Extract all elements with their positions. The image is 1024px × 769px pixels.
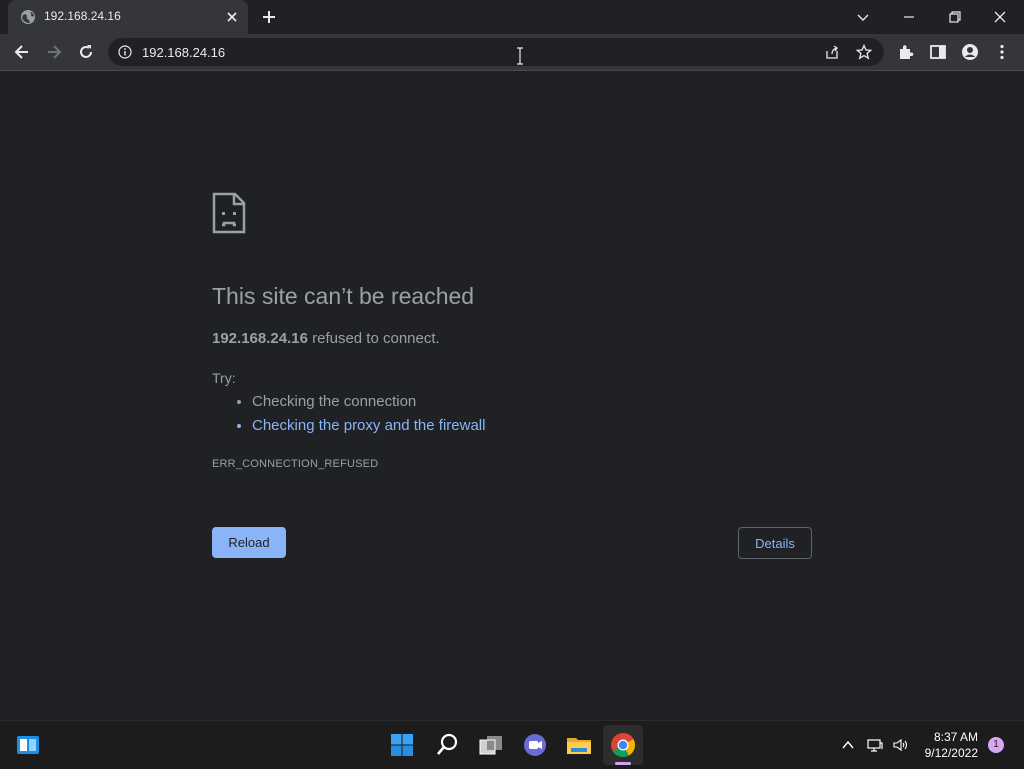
chevron-up-icon[interactable] bbox=[840, 737, 856, 753]
page-content: This site can’t be reached 192.168.24.16… bbox=[0, 71, 1024, 720]
clock-date[interactable]: 9/12/2022 bbox=[916, 746, 978, 760]
globe-icon bbox=[21, 10, 35, 24]
url-input[interactable] bbox=[142, 42, 742, 62]
search-icon[interactable] bbox=[433, 731, 461, 759]
volume-icon[interactable] bbox=[892, 737, 908, 753]
share-icon[interactable] bbox=[824, 44, 840, 60]
task-view-icon[interactable] bbox=[477, 731, 505, 759]
error-message: refused to connect. bbox=[307, 330, 440, 347]
widgets-icon[interactable] bbox=[14, 731, 42, 759]
error-title: This site can’t be reached bbox=[212, 283, 475, 309]
browser-toolbar bbox=[0, 34, 1024, 71]
text-cursor-icon bbox=[517, 47, 523, 65]
network-icon[interactable] bbox=[867, 737, 883, 753]
site-info-icon[interactable] bbox=[118, 45, 132, 59]
start-icon[interactable] bbox=[388, 731, 416, 759]
suggestion-list: Checking the connection Checking the pro… bbox=[212, 391, 485, 439]
file-explorer-icon[interactable] bbox=[565, 731, 593, 759]
details-button[interactable]: Details bbox=[738, 527, 812, 559]
close-icon[interactable] bbox=[224, 9, 240, 25]
clock-time[interactable]: 8:37 AM bbox=[920, 730, 978, 744]
suggestion-check-proxy-link[interactable]: Checking the proxy and the firewall bbox=[252, 415, 485, 439]
back-arrow-icon[interactable] bbox=[12, 42, 32, 62]
browser-tab[interactable]: 192.168.24.16 bbox=[8, 0, 248, 34]
tab-strip: 192.168.24.16 bbox=[0, 0, 1024, 34]
new-tab-icon[interactable] bbox=[260, 8, 278, 26]
error-code: ERR_CONNECTION_REFUSED bbox=[212, 458, 379, 470]
reload-icon[interactable] bbox=[76, 42, 96, 62]
active-app-indicator bbox=[615, 762, 631, 765]
tab-title: 192.168.24.16 bbox=[44, 9, 121, 23]
restore-icon[interactable] bbox=[945, 7, 965, 27]
profile-icon[interactable] bbox=[960, 42, 980, 62]
reload-button[interactable]: Reload bbox=[212, 527, 286, 558]
kebab-menu-icon[interactable] bbox=[992, 42, 1012, 62]
address-bar[interactable] bbox=[108, 38, 884, 66]
chrome-icon[interactable] bbox=[609, 731, 637, 759]
forward-arrow-icon[interactable] bbox=[44, 42, 64, 62]
teams-chat-icon[interactable] bbox=[521, 731, 549, 759]
minimize-icon[interactable] bbox=[899, 7, 919, 27]
taskbar: 8:37 AM 9/12/2022 1 bbox=[0, 720, 1024, 769]
error-description: 192.168.24.16 refused to connect. bbox=[212, 330, 440, 347]
bookmark-star-icon[interactable] bbox=[856, 44, 872, 60]
chevron-down-icon[interactable] bbox=[853, 7, 873, 27]
sad-page-icon bbox=[212, 192, 246, 234]
close-icon[interactable] bbox=[990, 7, 1010, 27]
notification-badge[interactable]: 1 bbox=[988, 737, 1004, 753]
side-panel-icon[interactable] bbox=[928, 42, 948, 62]
puzzle-icon[interactable] bbox=[896, 42, 916, 62]
suggestion-check-connection: Checking the connection bbox=[252, 391, 485, 415]
try-label: Try: bbox=[212, 370, 236, 386]
error-host: 192.168.24.16 bbox=[212, 330, 308, 347]
